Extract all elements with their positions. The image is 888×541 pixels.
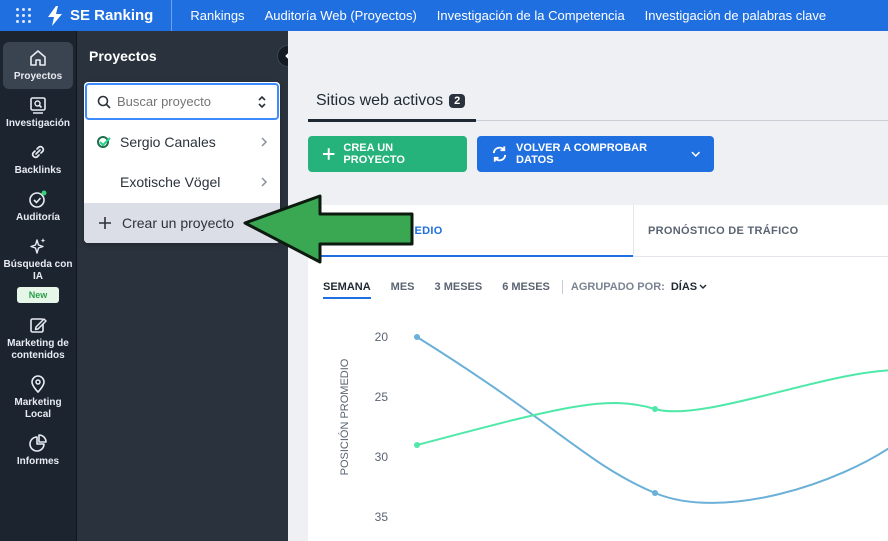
panel-title: Proyectos [89, 48, 157, 64]
chevron-down-icon[interactable] [699, 284, 707, 290]
group-by-label: AGRUPADO POR: [570, 281, 665, 293]
series-point-1[interactable] [414, 334, 420, 340]
nav-item-marketing-local[interactable]: Marketing Local [3, 368, 73, 427]
series-point-2[interactable] [414, 442, 420, 448]
y-tick-label: 20 [375, 330, 389, 344]
nav-label: Marketing Local [14, 397, 62, 420]
period-mes[interactable]: MES [391, 281, 415, 293]
topnav-auditoria[interactable]: Auditoría Web (Proyectos) [265, 8, 417, 23]
period-3-meses[interactable]: 3 MESES [435, 281, 483, 293]
tab-active-indicator [308, 119, 476, 122]
period-separator [561, 280, 563, 294]
nav-label: Investigación [6, 118, 70, 129]
project-name: Exotische Vögel [120, 174, 221, 190]
research-icon [30, 97, 46, 114]
edit-icon [30, 318, 47, 333]
logo-text: SE Ranking [70, 7, 154, 24]
metric-tab-average[interactable]: MEDIO [405, 225, 443, 237]
chart-card: MEDIO PRONÓSTICO DE TRÁFICO SEMANA MES 3… [308, 205, 888, 541]
nav-item-investigacion[interactable]: Investigación [3, 89, 73, 136]
create-project-item[interactable]: Crear un proyecto [84, 203, 280, 243]
chevron-right-icon [261, 137, 268, 147]
topnav-rankings[interactable]: Rankings [190, 8, 244, 23]
y-tick-label: 35 [375, 510, 389, 524]
nav-item-marketing-contenidos[interactable]: Marketing de contenidos [3, 309, 73, 368]
project-name: Sergio Canales [120, 134, 216, 150]
line-chart: POSICIÓN PROMEDIO 20 25 30 35 [338, 330, 888, 524]
create-project-button-label: CREA UN PROYECTO [343, 142, 405, 166]
topnav-competencia[interactable]: Investigación de la Competencia [437, 8, 625, 23]
top-bar: SE Ranking Rankings Auditoría Web (Proye… [0, 0, 888, 31]
create-project-button[interactable]: CREA UN PROYECTO [308, 136, 467, 172]
metric-tabs: MEDIO PRONÓSTICO DE TRÁFICO [308, 205, 888, 257]
logo-bolt-icon [48, 5, 62, 26]
refresh-icon [492, 146, 507, 162]
nav-label: Búsqueda con IA [3, 259, 73, 282]
search-box[interactable] [85, 83, 279, 120]
search-icon [97, 95, 111, 109]
home-icon [30, 50, 46, 66]
project-favicon-icon [97, 136, 111, 148]
y-tick-label: 25 [375, 390, 389, 404]
plus-icon [99, 217, 111, 229]
chevron-down-icon [690, 151, 700, 157]
nav-label: Auditoría [16, 212, 60, 223]
project-item-sergio-canales[interactable]: Sergio Canales [84, 122, 280, 162]
main-content: Sitios web activos 2 CREA UN PROYECTO VO… [288, 31, 888, 541]
nav-item-proyectos[interactable]: Proyectos [3, 42, 73, 89]
topnav-palabras-clave[interactable]: Investigación de palabras clave [645, 8, 826, 23]
pie-chart-icon [29, 434, 47, 452]
link-icon [31, 145, 45, 159]
tab-label: Sitios web activos [316, 92, 444, 109]
period-6-meses[interactable]: 6 MESES [502, 281, 550, 293]
sparkle-icon [30, 238, 46, 254]
metric-tab-active-indicator [308, 255, 633, 257]
project-item-exotische-vogel[interactable]: Exotische Vögel [84, 162, 280, 202]
create-project-label: Crear un proyecto [122, 215, 235, 231]
metric-tab-divider [633, 205, 634, 257]
logo[interactable]: SE Ranking [46, 0, 173, 31]
nav-item-busqueda-ia[interactable]: Búsqueda con IA New [3, 230, 73, 309]
group-by-dropdown[interactable]: DÍAS [671, 281, 697, 293]
location-pin-icon [31, 375, 45, 394]
recheck-button-label: VOLVER A COMPROBAR DATOS [516, 142, 648, 166]
metric-tab-traffic-forecast[interactable]: PRONÓSTICO DE TRÁFICO [648, 225, 799, 237]
sort-updown-icon[interactable] [257, 95, 267, 109]
chevron-right-icon [261, 177, 268, 187]
nav-label: Marketing de contenidos [7, 338, 69, 361]
project-dropdown: Sergio Canales Exotische Vögel Crear un … [84, 82, 280, 243]
nav-item-informes[interactable]: Informes [3, 427, 73, 474]
series-point-2[interactable] [652, 406, 658, 412]
left-nav: Proyectos Investigación Backlinks Audito… [0, 31, 76, 541]
top-nav: Rankings Auditoría Web (Proyectos) Inves… [172, 8, 826, 23]
series-point-1[interactable] [652, 490, 658, 496]
search-input[interactable] [117, 94, 242, 109]
nav-item-backlinks[interactable]: Backlinks [3, 136, 73, 183]
tab-count-badge: 2 [449, 94, 466, 108]
y-tick-label: 30 [375, 450, 389, 464]
nav-label: Proyectos [13, 71, 63, 82]
period-semana[interactable]: SEMANA [323, 281, 371, 299]
period-selector: SEMANA MES 3 MESES 6 MESES AGRUPADO POR:… [323, 275, 707, 299]
nav-label: Backlinks [14, 165, 62, 176]
nav-label: Informes [16, 456, 60, 467]
new-badge: New [16, 287, 60, 303]
series-line-1 [416, 336, 888, 504]
y-axis-title: POSICIÓN PROMEDIO [338, 358, 351, 475]
audit-check-icon [29, 190, 47, 208]
apps-grid-icon[interactable] [0, 0, 46, 31]
plus-icon [322, 148, 335, 160]
nav-item-auditoria[interactable]: Auditoría [3, 183, 73, 230]
recheck-data-button[interactable]: VOLVER A COMPROBAR DATOS [477, 136, 714, 172]
tab-active-sites[interactable]: Sitios web activos 2 [316, 92, 466, 110]
